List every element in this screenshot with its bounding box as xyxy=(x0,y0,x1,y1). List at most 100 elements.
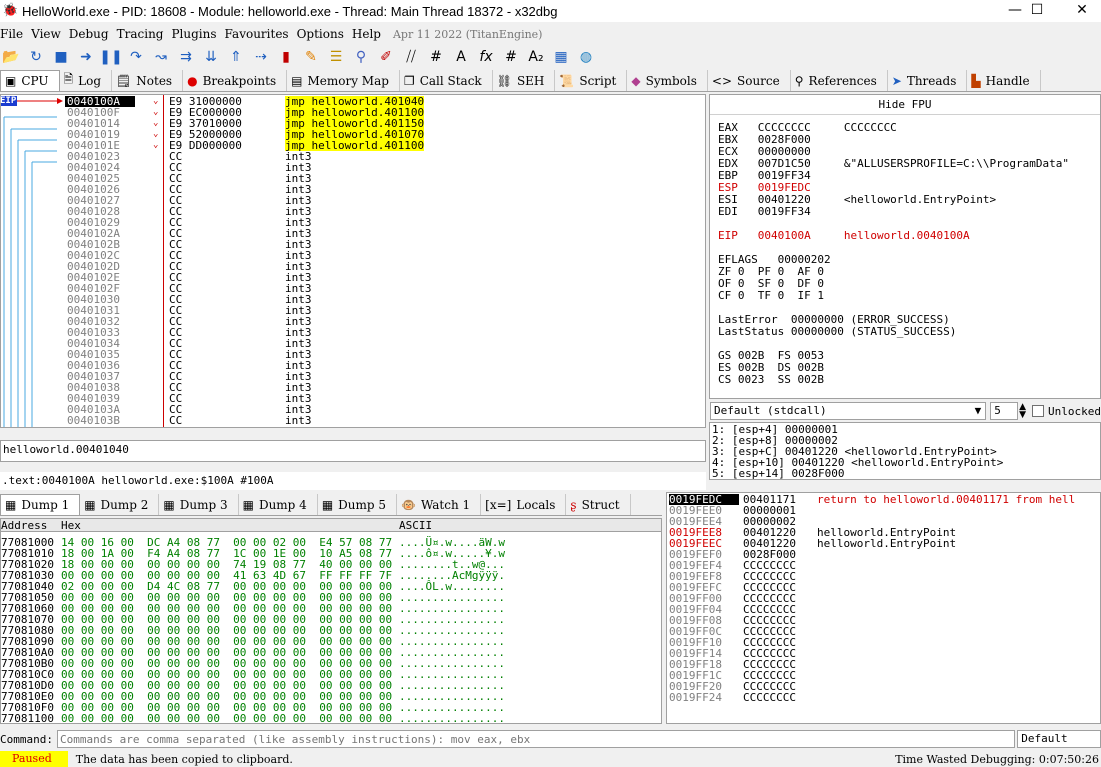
globe-icon[interactable]: ◍ xyxy=(575,46,597,68)
disasm-row[interactable]: 0040102E CC int3 xyxy=(65,272,695,283)
disasm-row[interactable]: 0040103B CC int3 xyxy=(65,415,695,426)
disasm-row[interactable]: 0040102B CC int3 xyxy=(65,239,695,250)
disasm-row[interactable]: 00401030 CC int3 xyxy=(65,294,695,305)
stack-row[interactable]: 0019FF00 CCCCCCCC xyxy=(667,593,1100,604)
tab-watch-1[interactable]: 🐵 Watch 1 xyxy=(397,494,482,515)
stack-row[interactable]: 0019FEE0 00000001 xyxy=(667,505,1100,516)
step-over-icon[interactable]: ↝ xyxy=(150,46,172,68)
disasm-row[interactable]: 00401025 CC int3 xyxy=(65,173,695,184)
function-icon[interactable]: ⧸⧸ xyxy=(400,46,422,68)
disasm-row[interactable]: 00401039 CC int3 xyxy=(65,393,695,404)
disasm-row[interactable]: 00401034 CC int3 xyxy=(65,338,695,349)
disasm-row[interactable]: 0040103A CC int3 xyxy=(65,404,695,415)
disasm-row[interactable]: 0040102C CC int3 xyxy=(65,250,695,261)
disassembly-view[interactable]: 0040100A ⌄ E9 31000000 jmp helloworld.40104… xyxy=(0,94,706,428)
tab-seh[interactable]: ⛓ SEH xyxy=(493,70,556,91)
memory-icon[interactable]: ▦ xyxy=(550,46,572,68)
tab-call-stack[interactable]: ❐ Call Stack xyxy=(400,70,493,91)
close-button[interactable]: ✕ xyxy=(1060,0,1101,22)
scylla-icon[interactable]: ▮ xyxy=(275,46,297,68)
tab-dump-1[interactable]: ▦ Dump 1 xyxy=(0,494,81,515)
disasm-row[interactable]: 00401029 CC int3 xyxy=(65,217,695,228)
register-line[interactable]: LastStatus 00000000 (STATUS_SUCCESS) xyxy=(718,326,956,338)
disasm-row[interactable]: 00401035 CC int3 xyxy=(65,349,695,360)
calling-convention-select[interactable]: Default (stdcall) ▼ xyxy=(710,402,987,420)
tab-dump-4[interactable]: ▦ Dump 4 xyxy=(239,494,318,515)
tab-threads[interactable]: ➤ Threads xyxy=(888,70,968,91)
arg-count-spinner[interactable]: 5 xyxy=(990,402,1019,420)
menu-help[interactable]: Help xyxy=(352,27,389,41)
patch-icon[interactable]: ✎ xyxy=(300,46,322,68)
column-ascii[interactable]: ASCII xyxy=(399,519,432,532)
disasm-row[interactable]: 00401038 CC int3 xyxy=(65,382,695,393)
tools-icon[interactable]: A₂ xyxy=(525,46,547,68)
menu-options[interactable]: Options xyxy=(297,27,352,41)
menu-tracing[interactable]: Tracing xyxy=(117,27,172,41)
disasm-row[interactable]: 0040102D CC int3 xyxy=(65,261,695,272)
disasm-row[interactable]: 00401032 CC int3 xyxy=(65,316,695,327)
tab-cpu[interactable]: ▣ CPU xyxy=(0,70,60,91)
tab-handles[interactable]: ▙ Handle xyxy=(967,70,1041,91)
dump-view[interactable]: Address Hex ASCII 77081000 14 00 16 00 DC… xyxy=(0,518,662,724)
hash-icon[interactable]: # xyxy=(500,46,522,68)
stop-icon[interactable]: ■ xyxy=(50,46,72,68)
argument-line[interactable]: 5: [esp+14] 0028F000 xyxy=(712,468,844,479)
stack-row[interactable]: 0019FF18 CCCCCCCC xyxy=(667,659,1100,670)
disasm-row[interactable]: 00401037 CC int3 xyxy=(65,371,695,382)
tab-references[interactable]: ⚲ References xyxy=(791,70,888,91)
tab-symbols[interactable]: ◆ Symbols xyxy=(627,70,708,91)
stack-row[interactable]: 0019FEF0 0028F000 xyxy=(667,549,1100,560)
disasm-row[interactable]: 00401028 CC int3 xyxy=(65,206,695,217)
stack-arguments[interactable]: 1: [esp+4] 00000001 2: [esp+8] 00000002 3:… xyxy=(709,422,1101,480)
disasm-row[interactable]: 00401033 CC int3 xyxy=(65,327,695,338)
stack-row[interactable]: 0019FEF8 CCCCCCCC xyxy=(667,571,1100,582)
hide-fpu-button[interactable]: Hide FPU xyxy=(710,95,1100,115)
column-address[interactable]: Address xyxy=(1,519,47,532)
tab-notes[interactable]: 🗒 Notes xyxy=(112,70,184,91)
register-line[interactable]: CF 0 TF 0 IF 1 xyxy=(718,290,824,302)
bookmark-icon[interactable]: ✐ xyxy=(375,46,397,68)
tab-script[interactable]: 📜 Script xyxy=(555,70,628,91)
disasm-row[interactable]: 00401024 CC int3 xyxy=(65,162,695,173)
trace-over-icon[interactable]: ⇊ xyxy=(200,46,222,68)
menu-plugins[interactable]: Plugins xyxy=(171,27,224,41)
register-line[interactable]: CS 0023 SS 002B xyxy=(718,374,824,386)
stack-row[interactable]: 0019FF1C CCCCCCCC xyxy=(667,670,1100,681)
register-line[interactable]: EDI 0019FF34 xyxy=(718,206,811,218)
menu-view[interactable]: View xyxy=(31,27,69,41)
disasm-row[interactable]: 00401031 CC int3 xyxy=(65,305,695,316)
stack-row[interactable]: 0019FEEC 00401220 helloworld.EntryPoint xyxy=(667,538,1100,549)
comment-icon[interactable]: ☰ xyxy=(325,46,347,68)
label-icon[interactable]: ⚲ xyxy=(350,46,372,68)
trace-into-icon[interactable]: ⇉ xyxy=(175,46,197,68)
stack-row[interactable]: 0019FEFC CCCCCCCC xyxy=(667,582,1100,593)
disasm-row[interactable]: 00401026 CC int3 xyxy=(65,184,695,195)
stack-row[interactable]: 0019FF24 CCCCCCCC xyxy=(667,692,1100,703)
disasm-row[interactable]: 00401023 CC int3 xyxy=(65,151,695,162)
stack-row[interactable]: 0019FF0C CCCCCCCC xyxy=(667,626,1100,637)
stack-row[interactable]: 0019FEF4 CCCCCCCC xyxy=(667,560,1100,571)
tab-dump-5[interactable]: ▦ Dump 5 xyxy=(318,494,398,515)
disasm-row[interactable]: 00401027 CC int3 xyxy=(65,195,695,206)
stack-row[interactable]: 0019FF04 CCCCCCCC xyxy=(667,604,1100,615)
run-to-user-code-icon[interactable]: ⇢ xyxy=(250,46,272,68)
command-input[interactable] xyxy=(56,730,1016,748)
column-hex[interactable]: Hex xyxy=(61,519,81,532)
registers-panel[interactable]: Hide FPU EAX CCCCCCCC CCCCCCCC EBX 0028F0… xyxy=(709,94,1101,399)
command-mode-select[interactable]: Default xyxy=(1017,730,1101,748)
maximize-button[interactable]: ☐ xyxy=(1015,0,1059,22)
disasm-row[interactable]: 0040102F CC int3 xyxy=(65,283,695,294)
stack-row[interactable]: 0019FF20 CCCCCCCC xyxy=(667,681,1100,692)
unlocked-checkbox[interactable] xyxy=(1032,405,1045,417)
tab-struct[interactable]: ʂ Struct xyxy=(566,494,631,515)
register-line[interactable]: EIP 0040100A helloworld.0040100A xyxy=(718,230,970,242)
spinner-arrows-icon[interactable]: ▲ ▼ xyxy=(1019,403,1026,420)
tab-locals[interactable]: [x=] Locals xyxy=(481,494,567,515)
font-icon[interactable]: A xyxy=(450,46,472,68)
run-icon[interactable]: ➜ xyxy=(75,46,97,68)
open-icon[interactable]: 📂 xyxy=(0,46,22,68)
stack-row[interactable]: 0019FEDC 00401171 return to helloworld.004… xyxy=(667,494,1100,505)
menu-favourites[interactable]: Favourites xyxy=(225,27,297,41)
tab-source[interactable]: <> Source xyxy=(708,70,791,91)
menu-file[interactable]: File xyxy=(0,27,31,41)
